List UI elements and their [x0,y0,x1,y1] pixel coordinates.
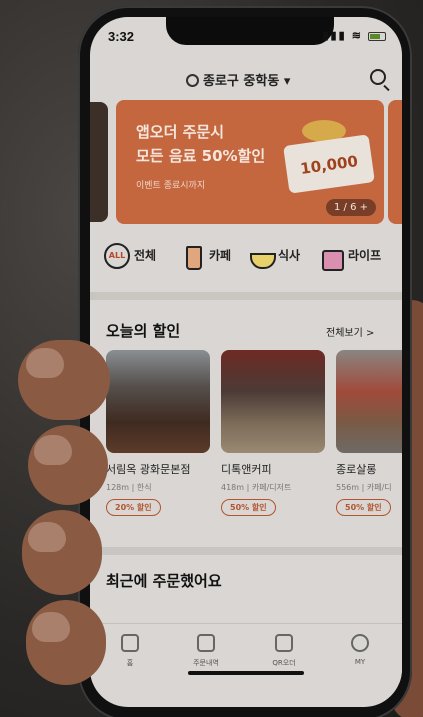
banner-line2: 모든 음료 50%할인 [136,147,266,165]
recent-orders-title: 최근에 주문했어요 [106,572,222,590]
finger [26,600,106,685]
status-time: 3:32 [108,29,135,44]
store-image [106,350,210,453]
home-indicator [188,671,304,675]
coffee-cup-icon [179,243,205,270]
category-label: 카페 [209,248,232,263]
home-icon [121,634,139,652]
coupon-amount: 10,000 [299,152,360,178]
category-life[interactable]: 라이프 [318,243,381,273]
banner-line1: 앱오더 주문시 [136,123,225,141]
banner-pager[interactable]: 1 / 6 + [325,199,376,216]
store-meta: 418m | 카페/디저트 [221,483,292,492]
store-name: 디톡앤커피 [221,463,272,476]
tab-orders[interactable]: 주문내역 [176,634,236,668]
deal-card[interactable]: 서림옥 광화문본점 128m | 한식 20% 할인 [106,350,210,516]
tab-qr-order[interactable]: QR오더 [254,634,314,668]
see-all-link[interactable]: 전체보기 > [326,324,374,339]
section-divider [90,292,402,300]
category-label: 식사 [278,248,301,263]
store-image [336,350,402,453]
search-icon[interactable] [370,69,386,85]
deal-card[interactable]: 디톡앤커피 418m | 카페/디저트 50% 할인 [221,350,325,516]
chevron-down-icon: ▾ [283,74,291,89]
receipt-icon [197,634,215,652]
battery-icon [368,31,386,41]
category-label: 전체 [134,248,157,263]
store-name: 서림옥 광화문본점 [106,463,191,476]
status-bar: 3:32 ▮▮▮ ≋ [108,29,386,47]
category-meal[interactable]: 식사 [248,243,300,273]
rice-bowl-icon [248,243,276,269]
finger [28,425,108,505]
deal-card[interactable]: 종로살롱 556m | 카페/디 50% 할인 [336,350,402,516]
discount-badge: 50% 할인 [221,499,276,516]
tab-home[interactable]: 홈 [100,634,160,668]
qr-icon [275,634,293,652]
status-icons: ▮▮▮ ≋ [323,29,386,42]
finger [22,510,102,595]
discount-badge: 50% 할인 [336,499,391,516]
location-label: 종로구 중학동 [203,74,280,89]
user-icon [351,634,369,652]
category-cafe[interactable]: 카페 [179,243,231,273]
app-screen: 3:32 ▮▮▮ ≋ 종로구 중학동 ▾ 앱오더 주문시 모든 음료 50%할인… [90,17,402,707]
banner-sub: 이벤트 종료시까지 [136,181,206,191]
category-bar: ALL 전체 카페 식사 라이프 [104,243,392,273]
location-icon [186,74,199,87]
discount-badge: 20% 할인 [106,499,161,516]
banner-next-slide[interactable] [388,100,402,224]
store-meta: 556m | 카페/디 [336,483,392,492]
tab-label: 주문내역 [193,659,219,667]
banner-headline: 앱오더 주문시 모든 음료 50%할인 [136,120,265,168]
tab-label: 홈 [126,659,134,667]
location-selector[interactable]: 종로구 중학동 ▾ [186,70,290,89]
finger [18,340,110,420]
tab-label: QR오더 [272,659,296,667]
section-divider [90,547,402,555]
header: 종로구 중학동 ▾ [90,67,402,95]
category-all[interactable]: ALL 전체 [104,243,156,273]
deals-title: 오늘의 할인 [106,322,181,340]
promo-banner[interactable]: 앱오더 주문시 모든 음료 50%할인 이벤트 종료시까지 10,000 1 /… [116,100,384,224]
shopping-bag-icon [318,243,344,271]
all-icon: ALL [104,243,130,269]
store-name: 종로살롱 [336,463,377,476]
store-meta: 128m | 한식 [106,483,152,492]
tab-bar: 홈 주문내역 QR오더 MY [90,623,402,683]
category-label: 라이프 [348,248,382,263]
tab-my[interactable]: MY [330,634,390,666]
banner-prev-slide[interactable] [90,102,108,222]
store-image [221,350,325,453]
coupon-image: 10,000 [283,134,375,194]
tab-label: MY [354,658,366,666]
